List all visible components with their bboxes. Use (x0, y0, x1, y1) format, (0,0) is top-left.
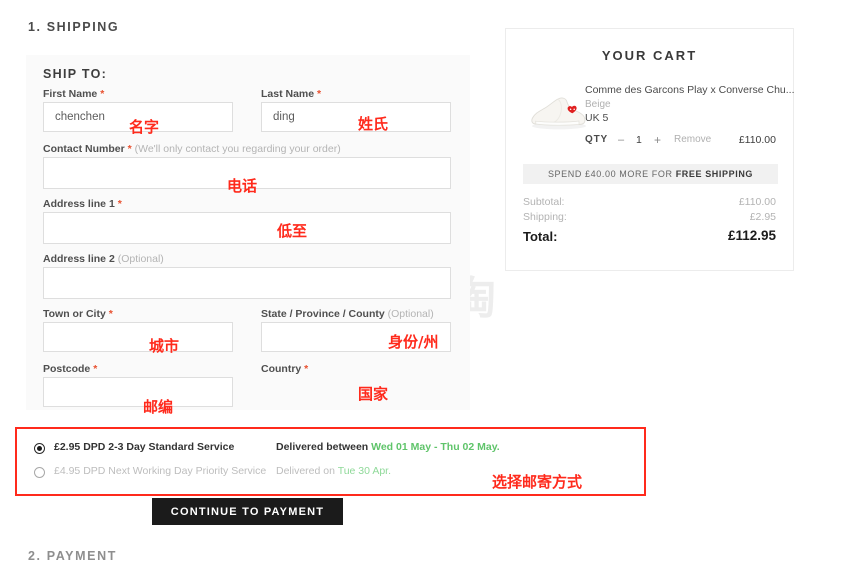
qty-increase-button[interactable]: + (654, 133, 661, 147)
town-or-city-required-mark: * (108, 308, 113, 320)
annotation-shipping-method: 选择邮寄方式 (492, 473, 583, 491)
address-line-2-label-text: Address line 2 (43, 253, 115, 265)
eta-prefix-priority: Delivered on (276, 465, 338, 477)
state-province-county-label: State / Province / County (Optional) (261, 308, 434, 320)
address-line-1-label: Address line 1 * (43, 198, 122, 210)
total-value: £112.95 (727, 228, 776, 243)
postcode-label-text: Postcode (43, 363, 91, 375)
state-province-county-label-text: State / Province / County (261, 308, 385, 320)
annotation-last-name: 姓氏 (358, 115, 389, 133)
address-line-2-optional-mark: (Optional) (117, 253, 164, 265)
address-line-1-required-mark: * (117, 198, 122, 210)
last-name-label: Last Name * (261, 88, 321, 100)
annotation-postcode: 邮编 (143, 398, 174, 416)
cart-panel: YOUR CART Comme des Garcons Play x Conve… (505, 28, 795, 271)
shipping-option-radio-priority[interactable] (34, 467, 45, 478)
town-or-city-label: Town or City * (43, 308, 113, 320)
last-name-required-mark: * (317, 88, 322, 100)
qty-label: QTY (585, 134, 608, 145)
postcode-input[interactable] (43, 377, 233, 407)
qty-value: 1 (636, 134, 642, 146)
postcode-required-mark: * (93, 363, 98, 375)
cart-title: YOUR CART (601, 48, 698, 63)
address-line-1-input[interactable] (43, 212, 451, 244)
town-or-city-input[interactable] (43, 322, 233, 352)
state-province-county-optional-mark: (Optional) (387, 308, 434, 320)
cart-product-name[interactable]: Comme des Garcons Play x Converse Chu... (585, 84, 795, 96)
cart-product-size: UK 5 (585, 112, 609, 124)
contact-number-required-mark: * (127, 143, 132, 155)
country-label: Country * (261, 363, 308, 375)
shipping-option-radio-standard[interactable] (34, 443, 45, 454)
shipping-option-eta-priority: Delivered on Tue 30 Apr. (276, 465, 391, 477)
contact-number-hint: (We'll only contact you regarding your o… (134, 143, 341, 155)
eta-prefix-standard: Delivered between (276, 441, 372, 453)
payment-section-heading[interactable]: 2. PAYMENT (28, 549, 117, 563)
first-name-required-mark: * (100, 88, 105, 100)
annotation-contact-number: 电话 (227, 177, 258, 195)
annotation-state-province: 身份/州 (388, 333, 439, 351)
annotation-address-line-1: 低至 (277, 222, 308, 240)
shipping-form-panel: SHIP TO: First Name * Last Name * Contac… (26, 55, 470, 410)
shipping-cost-value: £2.95 (749, 211, 776, 223)
address-line-1-label-text: Address line 1 (43, 198, 115, 210)
address-line-2-input[interactable] (43, 267, 451, 299)
free-shipping-banner: SPEND £40.00 MORE FOR FREE SHIPPING (523, 164, 778, 184)
contact-number-label: Contact Number * (We'll only contact you… (43, 143, 341, 155)
subtotal-value: £110.00 (738, 196, 776, 208)
last-name-label-text: Last Name (261, 88, 315, 100)
subtotal-label: Subtotal: (523, 196, 565, 208)
annotation-first-name: 名字 (129, 118, 160, 136)
total-label: Total: (523, 229, 558, 244)
annotation-country: 国家 (358, 385, 389, 403)
postcode-label: Postcode * (43, 363, 97, 375)
first-name-label-text: First Name (43, 88, 98, 100)
shipping-option-label-priority[interactable]: £4.95 DPD Next Working Day Priority Serv… (54, 465, 266, 477)
eta-date-priority: Tue 30 Apr. (337, 465, 392, 477)
eta-date-standard: Wed 01 May - Thu 02 May. (371, 441, 500, 453)
contact-number-label-text: Contact Number (43, 143, 125, 155)
free-shipping-strong: FREE SHIPPING (675, 169, 754, 179)
free-shipping-prefix: SPEND £40.00 MORE FOR (547, 169, 676, 179)
shipping-option-label-standard[interactable]: £2.95 DPD 2-3 Day Standard Service (54, 441, 234, 453)
country-required-mark: * (304, 363, 309, 375)
shipping-cost-label: Shipping: (523, 211, 567, 223)
sneaker-icon (531, 97, 586, 130)
cart-product-color: Beige (585, 99, 611, 110)
first-name-label: First Name * (43, 88, 104, 100)
last-name-input[interactable] (261, 102, 451, 132)
address-line-2-label: Address line 2 (Optional) (43, 253, 164, 265)
shipping-option-eta-standard: Delivered between Wed 01 May - Thu 02 Ma… (276, 441, 500, 453)
annotation-town-or-city: 城市 (149, 337, 180, 355)
cart-item-price: £110.00 (738, 134, 776, 146)
shipping-section-heading: 1. SHIPPING (28, 20, 120, 34)
ship-to-title: SHIP TO: (43, 67, 108, 81)
town-or-city-label-text: Town or City (43, 308, 106, 320)
country-label-text: Country (261, 363, 302, 375)
continue-to-payment-button[interactable]: CONTINUE TO PAYMENT (152, 498, 343, 525)
remove-item-button[interactable]: Remove (674, 134, 711, 145)
qty-decrease-button[interactable]: – (618, 134, 624, 146)
